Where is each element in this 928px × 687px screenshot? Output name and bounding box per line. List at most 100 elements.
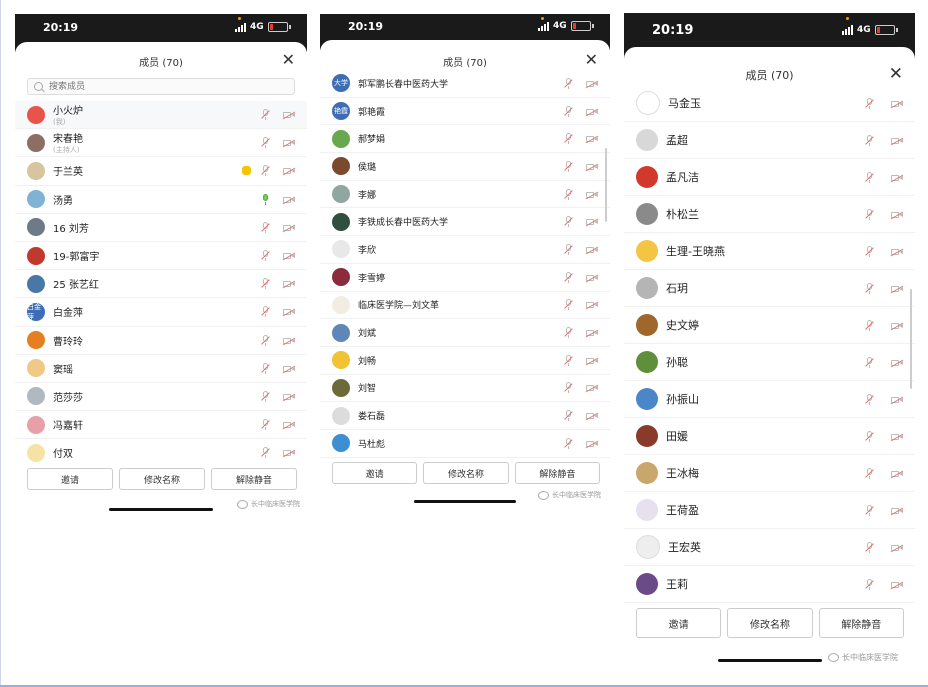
camera-off-icon[interactable]: [585, 411, 599, 421]
member-row[interactable]: 窦瑶: [15, 355, 307, 383]
mic-muted-icon[interactable]: [564, 354, 574, 367]
mic-muted-icon[interactable]: [865, 578, 875, 591]
member-row[interactable]: 25 张艺红: [15, 270, 307, 299]
member-row[interactable]: 刘智: [320, 375, 610, 403]
mic-muted-icon[interactable]: [261, 419, 271, 431]
mic-muted-icon[interactable]: [564, 299, 574, 311]
member-row[interactable]: 大学 郭军鹏长春中医药大学: [320, 70, 610, 98]
camera-off-icon[interactable]: [282, 279, 296, 289]
camera-off-icon[interactable]: [585, 134, 599, 144]
camera-off-icon[interactable]: [890, 432, 904, 442]
camera-off-icon[interactable]: [890, 173, 904, 183]
camera-off-icon[interactable]: [282, 420, 296, 430]
camera-off-icon[interactable]: [585, 79, 599, 89]
mic-muted-icon[interactable]: [564, 77, 574, 90]
camera-off-icon[interactable]: [890, 284, 904, 294]
unmute-all-button[interactable]: 解除静音: [211, 468, 297, 490]
mic-muted-icon[interactable]: [261, 447, 271, 459]
camera-off-icon[interactable]: [282, 364, 296, 374]
unmute-all-button[interactable]: 解除静音: [514, 462, 600, 484]
camera-off-icon[interactable]: [585, 328, 599, 338]
member-row[interactable]: 朴松兰: [624, 196, 915, 233]
member-row[interactable]: 孟超: [624, 122, 915, 159]
mic-muted-icon[interactable]: [865, 97, 875, 110]
camera-off-icon[interactable]: [282, 336, 296, 346]
mic-muted-icon[interactable]: [564, 216, 574, 228]
camera-off-icon[interactable]: [282, 138, 296, 148]
camera-off-icon[interactable]: [890, 358, 904, 368]
mic-muted-icon[interactable]: [865, 319, 875, 332]
member-row[interactable]: 冯嘉轩: [15, 411, 307, 440]
mic-muted-icon[interactable]: [564, 327, 574, 339]
camera-off-icon[interactable]: [890, 543, 904, 553]
mic-muted-icon[interactable]: [865, 282, 875, 295]
close-icon[interactable]: ✕: [889, 66, 903, 83]
member-row[interactable]: 李雪婷: [320, 264, 610, 292]
camera-off-icon[interactable]: [282, 110, 296, 120]
camera-off-icon[interactable]: [585, 162, 599, 172]
camera-off-icon[interactable]: [282, 223, 296, 233]
camera-off-icon[interactable]: [282, 307, 296, 317]
member-row[interactable]: 王莉: [624, 566, 915, 603]
search-input[interactable]: [47, 80, 294, 93]
camera-off-icon[interactable]: [585, 356, 599, 366]
camera-off-icon[interactable]: [890, 210, 904, 220]
camera-off-icon[interactable]: [890, 506, 904, 516]
member-row[interactable]: 范莎莎: [15, 383, 307, 412]
member-row[interactable]: 李欣: [320, 236, 610, 264]
mic-muted-icon[interactable]: [865, 430, 875, 443]
camera-off-icon[interactable]: [890, 136, 904, 146]
member-row[interactable]: 马杜彪: [320, 430, 610, 458]
camera-off-icon[interactable]: [890, 247, 904, 257]
member-list[interactable]: 大学 郭军鹏长春中医药大学 艳霞 郭艳霞 郝梦娟 侯璐 李娜 李铁成长春中医药大学 李欣 李雪婷临…: [320, 70, 610, 458]
member-row[interactable]: 李铁成长春中医药大学: [320, 208, 610, 237]
member-row[interactable]: 李娜: [320, 181, 610, 209]
home-indicator[interactable]: [109, 508, 213, 511]
member-row[interactable]: 19-郭富宇: [15, 242, 307, 271]
scrollbar[interactable]: [910, 289, 912, 389]
member-row[interactable]: 侯璐: [320, 153, 610, 181]
mic-muted-icon[interactable]: [261, 278, 271, 290]
mic-muted-icon[interactable]: [564, 243, 574, 256]
camera-off-icon[interactable]: [585, 190, 599, 200]
mic-muted-icon[interactable]: [564, 437, 574, 450]
camera-off-icon[interactable]: [282, 448, 296, 458]
member-row[interactable]: 王宏英: [624, 529, 915, 566]
camera-off-icon[interactable]: [585, 383, 599, 393]
mic-muted-icon[interactable]: [865, 208, 875, 221]
camera-off-icon[interactable]: [282, 392, 296, 402]
mic-muted-icon[interactable]: [564, 382, 574, 394]
camera-off-icon[interactable]: [585, 300, 599, 310]
mic-muted-icon[interactable]: [865, 467, 875, 480]
member-row[interactable]: 宋春艳 (主持人): [15, 129, 307, 158]
camera-off-icon[interactable]: [282, 166, 296, 176]
member-row[interactable]: 付双: [15, 439, 307, 464]
invite-button[interactable]: 邀请: [636, 608, 722, 638]
member-row[interactable]: 于兰英: [15, 157, 307, 186]
mic-muted-icon[interactable]: [564, 160, 574, 173]
member-row[interactable]: 小火炉 (我): [15, 101, 307, 130]
camera-off-icon[interactable]: [585, 439, 599, 449]
camera-off-icon[interactable]: [585, 273, 599, 283]
mic-muted-icon[interactable]: [261, 250, 271, 262]
mic-muted-icon[interactable]: [865, 245, 875, 258]
mic-muted-icon[interactable]: [261, 390, 271, 403]
member-row[interactable]: 艳霞 郭艳霞: [320, 98, 610, 126]
mic-muted-icon[interactable]: [865, 541, 875, 554]
member-row[interactable]: 刘斌: [320, 319, 610, 347]
member-row[interactable]: 16 刘芳: [15, 214, 307, 242]
mic-muted-icon[interactable]: [261, 306, 271, 318]
rename-button[interactable]: 修改名称: [119, 468, 205, 490]
mic-muted-icon[interactable]: [865, 134, 875, 147]
mic-muted-icon[interactable]: [564, 133, 574, 145]
member-row[interactable]: 白金萍 白金萍: [15, 298, 307, 327]
member-list[interactable]: 马金玉 孟超 孟凡洁 朴松兰 生理-王晓燕 石玥 史文婷 孙聪 孙振山 田媛 王冰梅 王荷盈 王宏英 王莉: [624, 85, 915, 603]
search-field[interactable]: [27, 78, 295, 95]
mic-muted-icon[interactable]: [261, 362, 271, 375]
member-row[interactable]: 汤勇: [15, 186, 307, 214]
member-row[interactable]: 郝梦娟: [320, 125, 610, 154]
mic-muted-icon[interactable]: [564, 271, 574, 284]
invite-button[interactable]: 邀请: [332, 462, 418, 484]
member-row[interactable]: 曹玲玲: [15, 327, 307, 355]
camera-off-icon[interactable]: [585, 245, 599, 255]
